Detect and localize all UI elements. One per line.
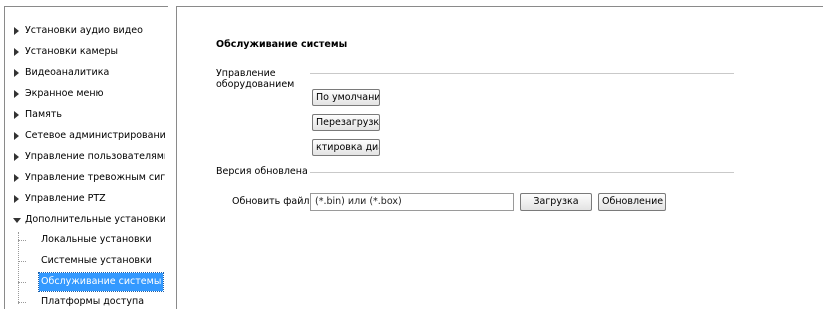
sidebar-item-label: Управление пользователями bbox=[25, 151, 165, 162]
section-divider bbox=[310, 172, 734, 173]
sidebar-item-alarm[interactable]: Управление тревожным сигналс bbox=[5, 169, 165, 187]
sidebar-item-camera[interactable]: Установки камеры bbox=[5, 43, 165, 61]
sidebar-scrollbar[interactable] bbox=[168, 6, 174, 309]
section-divider bbox=[310, 73, 734, 74]
expand-arrow-icon bbox=[14, 127, 24, 145]
sidebar-item-label: Сетевое администрирование bbox=[25, 130, 165, 141]
expand-arrow-icon bbox=[14, 169, 24, 187]
sidebar-subitem-label: Обслуживание системы bbox=[37, 272, 165, 292]
sidebar-item-label: Установки аудио видео bbox=[25, 25, 143, 36]
expand-arrow-icon bbox=[14, 190, 24, 208]
update-button[interactable]: Обновление bbox=[598, 193, 666, 211]
expand-arrow-icon bbox=[14, 22, 24, 40]
sidebar-item-label: Дополнительные установки bbox=[25, 214, 165, 225]
sidebar-subitem-label: Локальные установки bbox=[41, 234, 152, 245]
default-settings-button[interactable]: По умолчанию bbox=[312, 89, 380, 106]
sidebar-item-label: Управление тревожным сигналс bbox=[25, 172, 165, 183]
sidebar-subitem-label: Системные установки bbox=[41, 255, 152, 266]
hardware-management-label: Управление оборудованием bbox=[216, 68, 295, 90]
sidebar-item-label: Видеоаналитика bbox=[25, 67, 110, 78]
sidebar-item-users[interactable]: Управление пользователями bbox=[5, 148, 165, 166]
page-title: Обслуживание системы bbox=[216, 39, 348, 50]
sidebar-item-storage[interactable]: Память bbox=[5, 106, 165, 124]
expand-arrow-icon bbox=[14, 64, 24, 82]
sidebar-item-osd[interactable]: Экранное меню bbox=[5, 85, 165, 103]
sidebar-item-network[interactable]: Сетевое администрирование bbox=[5, 127, 165, 145]
expand-arrow-icon bbox=[14, 106, 24, 124]
sidebar-item-audio-video[interactable]: Установки аудио видео bbox=[5, 22, 165, 40]
firmware-file-input[interactable]: (*.bin) или (*.box) bbox=[310, 193, 514, 211]
top-border bbox=[176, 6, 823, 7]
sidebar-subitem-label: Платформы доступа bbox=[41, 296, 145, 307]
expand-arrow-icon bbox=[14, 85, 24, 103]
sidebar-item-video-analytics[interactable]: Видеоаналитика bbox=[5, 64, 165, 82]
tree-connector bbox=[18, 232, 20, 304]
version-label: Версия обновлена bbox=[216, 166, 308, 177]
collapse-arrow-icon bbox=[13, 211, 24, 229]
sidebar-item-label: Память bbox=[25, 109, 62, 120]
sidebar-item-label: Экранное меню bbox=[25, 88, 104, 99]
expand-arrow-icon bbox=[14, 43, 24, 61]
diagnostics-button[interactable]: ктировка диафр bbox=[312, 139, 380, 156]
sidebar-item-advanced[interactable]: Дополнительные установки bbox=[5, 211, 165, 229]
sidebar-item-ptz[interactable]: Управление PTZ bbox=[5, 190, 165, 208]
panel-divider bbox=[176, 6, 177, 309]
sidebar-nav: Установки аудио видео Установки камеры В… bbox=[4, 6, 170, 309]
expand-arrow-icon bbox=[14, 148, 24, 166]
sidebar-item-label: Управление PTZ bbox=[25, 193, 106, 204]
sidebar-item-label: Установки камеры bbox=[25, 46, 119, 57]
load-button[interactable]: Загрузка bbox=[520, 193, 592, 211]
reboot-button[interactable]: Перезагрузка bbox=[312, 114, 380, 131]
update-file-label: Обновить файл bbox=[232, 196, 310, 207]
